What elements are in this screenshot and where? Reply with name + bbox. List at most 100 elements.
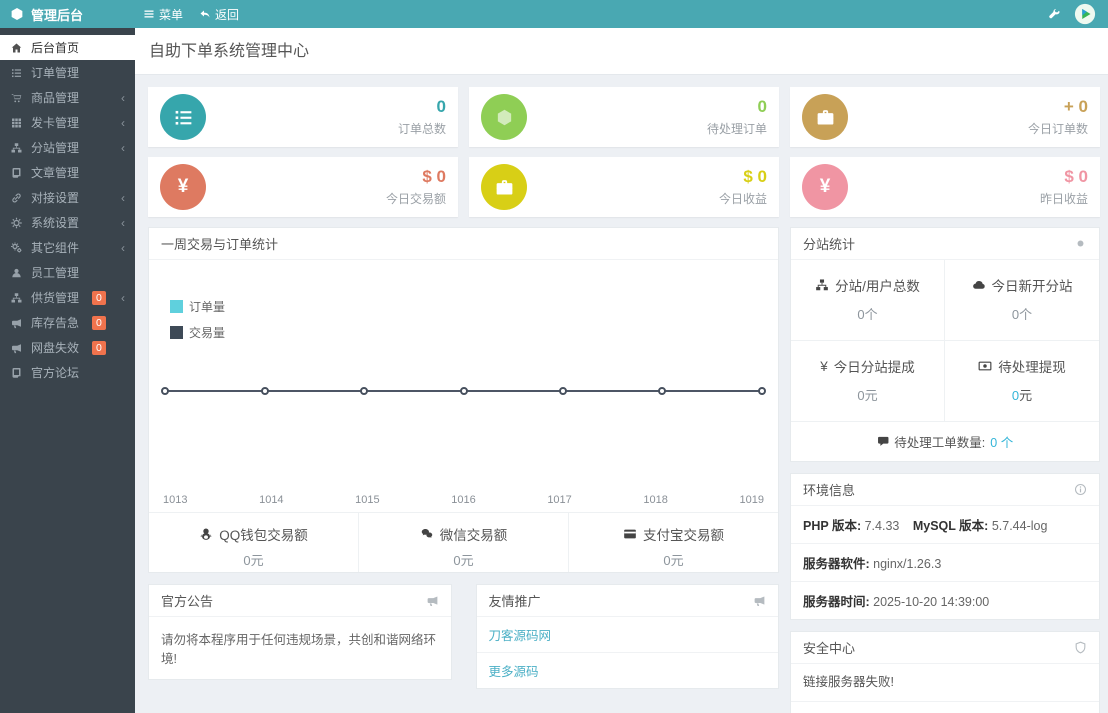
megaphone-icon	[426, 594, 439, 607]
cell-label: 待处理提现	[998, 360, 1066, 375]
cell-value: 0个	[857, 307, 878, 322]
chart-marker	[658, 387, 667, 395]
pending-tickets-label: 待处理工单数量:	[894, 436, 986, 450]
sidebar-item-forum[interactable]: 官方论坛	[0, 360, 135, 385]
stat-card-today-profit: $ 0 今日收益	[469, 157, 779, 217]
count-badge: 0	[92, 315, 106, 330]
security-panel: 安全中心 链接服务器失败! 重要请及时修改默认管理员密码 点此进入网站信息配置修…	[790, 631, 1100, 713]
legend-item-orders[interactable]: 订单量	[170, 298, 225, 315]
legend-swatch	[170, 300, 183, 313]
bullhorn-icon	[10, 317, 23, 329]
stat-label: 昨日收益	[1039, 192, 1088, 206]
legend-item-volume[interactable]: 交易量	[170, 324, 225, 341]
announcement-panel: 官方公告 请勿将本程序用于任何违规场景，共创和谐网络环境!	[148, 584, 452, 680]
menu-bars-icon	[143, 8, 155, 20]
page-title: 自助下单系统管理中心	[135, 28, 1108, 75]
back-arrow-icon	[199, 8, 211, 20]
chevron-left-icon	[121, 216, 125, 230]
sidebar-item-integration[interactable]: 对接设置	[0, 185, 135, 210]
chart-marker	[161, 387, 169, 395]
cart-icon	[10, 92, 23, 104]
menu-toggle[interactable]: 菜单	[143, 6, 183, 23]
chart-marker	[459, 387, 468, 395]
payment-cell-qq: QQ钱包交易额 0元	[149, 513, 358, 572]
cogs-icon	[10, 242, 23, 254]
sidebar-item-label: 发卡管理	[31, 116, 80, 130]
stat-card-pending-orders: 0 待处理订单	[469, 87, 779, 147]
security-row-connection: 链接服务器失败!	[791, 664, 1099, 702]
stat-label: 今日订单数	[1027, 122, 1088, 136]
env-label: MySQL 版本:	[912, 519, 989, 533]
sidebar-item-netdisk-invalid[interactable]: 网盘失效 0	[0, 335, 135, 360]
sidebar-item-cards[interactable]: 发卡管理	[0, 110, 135, 135]
chart-marker	[559, 387, 568, 395]
stat-card-today-volume: ¥ $ 0 今日交易额	[148, 157, 458, 217]
promo-link[interactable]: 更多源码	[477, 653, 779, 688]
info-icon	[1074, 483, 1087, 496]
sidebar-item-staff[interactable]: 员工管理	[0, 260, 135, 285]
chart-x-axis: 1013 1014 1015 1016 1017 1018 1019	[163, 494, 764, 506]
briefcase-icon	[481, 164, 527, 210]
sidebar-item-label: 对接设置	[31, 191, 80, 205]
env-label: 服务器时间:	[803, 595, 870, 609]
chevron-left-icon	[121, 116, 125, 130]
chart-marker	[758, 387, 766, 395]
stat-label: 订单总数	[397, 122, 446, 136]
sidebar-item-label: 库存告急	[31, 316, 80, 330]
money-icon	[978, 359, 992, 373]
x-tick: 1013	[163, 494, 188, 506]
env-value: 7.4.33	[864, 519, 900, 533]
chevron-left-icon	[121, 141, 125, 155]
app-logo[interactable]	[1074, 3, 1096, 25]
dot-circle-icon	[1074, 237, 1087, 250]
gear-icon	[10, 217, 23, 229]
payment-cell-wechat: 微信交易额 0元	[358, 513, 568, 572]
sidebar-item-orders[interactable]: 订单管理	[0, 60, 135, 85]
yen-icon: ¥	[160, 164, 206, 210]
substation-stats-panel: 分站统计 分站/用户总数 0个 今日新开分站 0个 ¥ 今日分站提成 0元 待处…	[790, 227, 1100, 462]
sidebar-item-label: 商品管理	[31, 91, 80, 105]
wrench-icon[interactable]	[1048, 8, 1061, 21]
env-value: 5.7.44-log	[991, 519, 1048, 533]
sidebar-item-products[interactable]: 商品管理	[0, 85, 135, 110]
sidebar-item-home[interactable]: 后台首页	[0, 35, 135, 60]
sidebar-item-label: 员工管理	[31, 266, 80, 280]
panel-title: 环境信息	[803, 483, 856, 498]
payment-label: 微信交易额	[439, 528, 508, 543]
sidebar-item-label: 后台首页	[31, 41, 80, 55]
briefcase-icon	[802, 94, 848, 140]
sitemap-icon	[815, 278, 829, 292]
yen-icon: ¥	[802, 164, 848, 210]
sidebar-item-components[interactable]: 其它组件	[0, 235, 135, 260]
menu-toggle-label: 菜单	[159, 7, 184, 22]
chevron-left-icon	[121, 291, 125, 305]
cell-value: 0个	[1011, 307, 1033, 322]
payment-cell-alipay: 支付宝交易额 0元	[568, 513, 778, 572]
chevron-left-icon	[121, 241, 125, 255]
substation-cell-new-today: 今日新开分站 0个	[945, 260, 1099, 341]
back-link[interactable]: 返回	[199, 6, 239, 23]
play-logo-icon	[1074, 3, 1096, 25]
substation-cell-withdraw: 待处理提现 0元	[945, 341, 1099, 422]
promo-link[interactable]: 刀客源码网	[476, 617, 778, 653]
payment-label: QQ钱包交易额	[219, 528, 308, 543]
stat-value: + 0	[1063, 97, 1088, 116]
sidebar-item-stock-alert[interactable]: 库存告急 0	[0, 310, 135, 335]
sidebar-item-label: 供货管理	[31, 291, 80, 305]
env-label: 服务器软件:	[803, 557, 870, 571]
env-value: 2025-10-20 14:39:00	[873, 595, 990, 609]
user-icon	[10, 267, 23, 279]
legend-label: 订单量	[189, 300, 226, 314]
sidebar-item-substations[interactable]: 分站管理	[0, 135, 135, 160]
line-chart: 订单量 交易量 1013 1014 1015 1016 1017 1018 10…	[149, 260, 778, 512]
sidebar-item-system-settings[interactable]: 系统设置	[0, 210, 135, 235]
cell-label: 今日新开分站	[991, 279, 1073, 294]
x-tick: 1015	[355, 494, 380, 506]
app-brand[interactable]: 管理后台	[0, 5, 135, 24]
sidebar-item-label: 文章管理	[31, 166, 80, 180]
sidebar-item-articles[interactable]: 文章管理	[0, 160, 135, 185]
sidebar-item-supply[interactable]: 供货管理 0	[0, 285, 135, 310]
payment-value: 0元	[453, 553, 474, 568]
stat-value: $ 0	[422, 167, 446, 186]
sitemap-icon	[10, 292, 23, 304]
